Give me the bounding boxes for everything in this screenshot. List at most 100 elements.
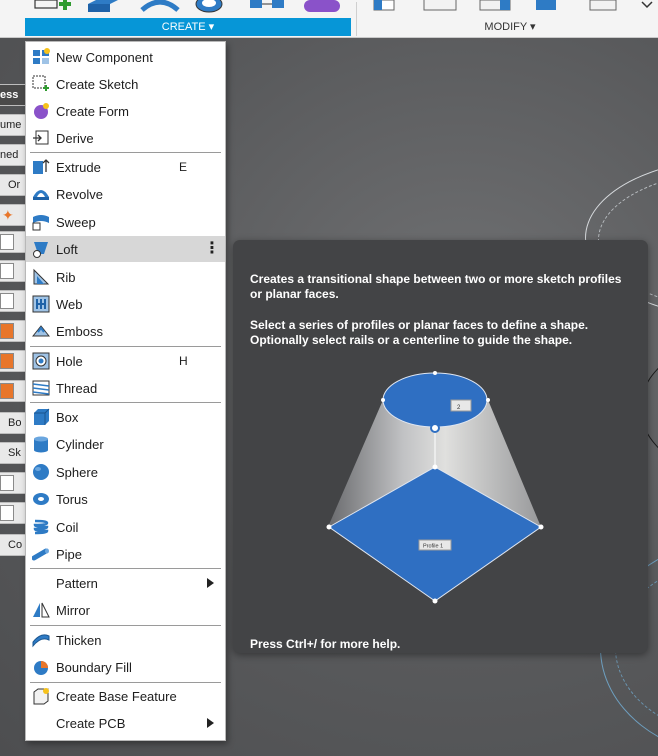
menu-item-create-pcb[interactable]: Create PCB [26,710,225,736]
submenu-arrow-icon [207,718,214,728]
menu-item-label: Thread [56,380,98,396]
menu-item-create-form[interactable]: Create Form [26,98,225,124]
fillet-tool-icon[interactable] [420,0,460,14]
menu-item-emboss[interactable]: Emboss [26,318,225,344]
menu-item-rib[interactable]: Rib [26,264,225,290]
menu-item-box[interactable]: Box [26,404,225,430]
menu-item-loft[interactable]: Loft ⋮ [26,236,225,262]
press-pull-tool-icon[interactable] [370,0,400,14]
menu-item-label: Revolve [56,186,103,202]
menu-item-label: Rib [56,269,76,285]
menu-item-boundary-fill[interactable]: Boundary Fill [26,654,225,680]
menu-separator [30,568,221,569]
more-options-icon[interactable]: ⋮ [204,241,220,257]
browser-row-label: Sk [8,447,21,459]
create-form-icon [32,102,50,120]
menu-item-label: Emboss [56,323,103,339]
rib-icon [32,268,50,286]
menu-item-label: Create Base Feature [56,688,177,704]
hole-tool-icon[interactable] [194,0,224,14]
new-component-icon [32,48,50,66]
menu-item-mirror[interactable]: Mirror [26,597,225,623]
body-icon [0,383,14,399]
thicken-icon [32,631,50,649]
body-icon [0,353,14,369]
menu-item-label: Sphere [56,464,98,480]
create-form-tool-icon[interactable] [302,0,342,14]
sketch-icon [0,475,14,491]
sketch-icon [0,505,14,521]
menu-item-coil[interactable]: Coil [26,514,225,540]
menu-item-cylinder[interactable]: Cylinder [26,431,225,457]
rectangular-pattern-tool-icon[interactable] [247,0,287,14]
loft-icon [32,240,50,258]
menu-item-label: Loft [56,241,78,257]
derive-icon [32,129,50,147]
boundary-fill-icon [32,658,50,676]
menu-item-create-base-feature[interactable]: Create Base Feature [26,683,225,709]
menu-item-label: Boundary Fill [56,659,132,675]
menu-item-label: Create PCB [56,715,126,731]
revolve-icon [32,185,50,203]
create-sketch-icon [32,75,50,93]
draft-tool-icon[interactable] [586,0,622,14]
browser-row-label: Bo [8,417,22,429]
menu-item-label: Box [56,409,79,425]
modify-group-label[interactable]: MODIFY ▾ [360,18,658,36]
menu-item-label: Create Form [56,103,129,119]
sketch-icon [0,293,14,309]
menu-item-label: Pattern [56,575,98,591]
menu-item-revolve[interactable]: Revolve [26,181,225,207]
menu-item-label: Cylinder [56,436,104,452]
hole-icon [32,352,50,370]
menu-item-create-sketch[interactable]: Create Sketch [26,71,225,97]
mirror-icon [32,601,50,619]
menu-item-label: Extrude [56,159,101,175]
illustration-profile-label: Profile 1 [423,544,443,550]
browser-row-label: ess [0,89,19,101]
menu-item-pipe[interactable]: Pipe [26,541,225,567]
create-base-feature-icon [32,687,50,705]
extrude-icon [32,158,50,176]
create-group-label[interactable]: CREATE ▾ [25,18,351,36]
menu-item-sweep[interactable]: Sweep [26,209,225,235]
menu-item-shortcut: H [179,354,188,368]
emboss-icon [32,322,50,340]
coil-icon [32,518,50,536]
submenu-arrow-icon [207,578,214,588]
tooltip-instructions: Select a series of profiles or planar fa… [250,318,589,347]
more-tools-chevron-icon[interactable] [640,0,654,14]
menu-item-hole[interactable]: Hole H [26,348,225,374]
menu-item-extrude[interactable]: Extrude E [26,154,225,180]
chamfer-tool-icon[interactable] [478,0,524,14]
menu-item-label: Sweep [56,214,96,230]
loft-tooltip: Creates a transitional shape between two… [233,240,648,653]
shell-tool-icon[interactable] [534,0,560,14]
menu-item-new-component[interactable]: New Component [26,44,225,70]
cylinder-icon [32,435,50,453]
browser-row-label: Or [8,179,21,191]
extrude-tool-icon[interactable] [86,0,120,14]
menu-item-label: Derive [56,130,94,146]
thread-icon [32,379,50,397]
menu-item-sphere[interactable]: Sphere [26,459,225,485]
revolve-tool-icon[interactable] [140,0,180,14]
menu-item-thread[interactable]: Thread [26,375,225,401]
menu-item-shortcut: E [179,160,188,174]
menu-item-pattern[interactable]: Pattern [26,570,225,596]
sweep-icon [32,213,50,231]
origin-icon: ✦ [2,207,14,223]
torus-icon [32,490,50,508]
menu-item-label: New Component [56,49,153,65]
menu-item-derive[interactable]: Derive [26,125,225,151]
menu-item-label: Coil [56,519,79,535]
menu-item-torus[interactable]: Torus [26,486,225,512]
create-sketch-tool-icon[interactable] [33,0,73,14]
tooltip-description: Creates a transitional shape between two… [250,272,622,301]
sketch-icon [0,263,14,279]
menu-item-thicken[interactable]: Thicken [26,627,225,653]
menu-item-label: Create Sketch [56,76,139,92]
menu-item-web[interactable]: Web [26,291,225,317]
toolbar-separator [356,2,357,36]
sphere-icon [32,463,50,481]
